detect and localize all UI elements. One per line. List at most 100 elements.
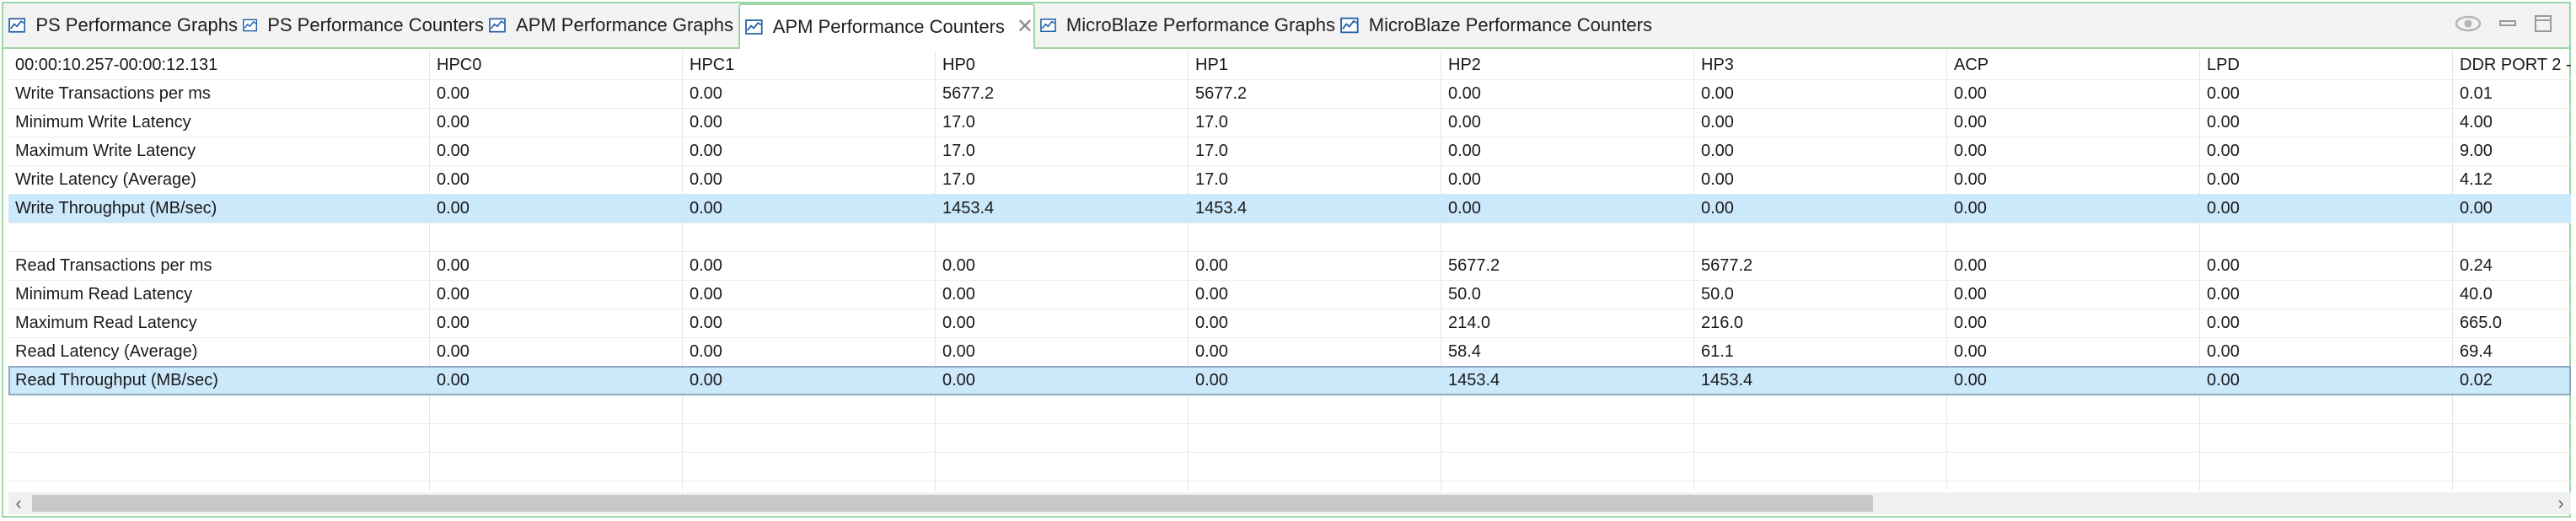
table-row[interactable]: Write Throughput (MB/sec) 0.00 0.00 1453.4 1… xyxy=(8,194,2571,223)
eye-icon[interactable] xyxy=(2455,15,2482,36)
column-header: HP3 xyxy=(1701,56,1734,74)
value-cell: 5677.2 xyxy=(1448,256,1500,275)
table-row[interactable]: Write Latency (Average) 0.00 0.00 17.0 17.0 0… xyxy=(8,165,2571,195)
window-controls xyxy=(2455,10,2552,40)
value-cell: 0.00 xyxy=(1954,256,1987,275)
tab-apm-performance-counters[interactable]: APM Performance Counters ✕ xyxy=(738,3,1035,49)
column-header: HPC1 xyxy=(690,56,735,74)
value-cell: 0.00 xyxy=(2207,170,2240,189)
tab-microblaze-performance-graphs[interactable]: MicroBlaze Performance Graphs xyxy=(1040,3,1335,47)
maximize-icon[interactable] xyxy=(2534,14,2552,37)
tab-label: MicroBlaze Performance Counters xyxy=(1368,14,1652,35)
value-cell: 0.00 xyxy=(437,256,470,275)
value-cell: 0.00 xyxy=(437,113,470,132)
value-cell: 0.00 xyxy=(1954,84,1987,103)
value-cell: 0.00 xyxy=(437,199,470,218)
value-cell: 0.00 xyxy=(437,170,470,189)
horizontal-scrollbar[interactable]: ‹ › xyxy=(8,492,2571,514)
table-row[interactable]: Read Throughput (MB/sec) 0.00 0.00 0.00 0.00… xyxy=(8,366,2571,395)
table-row[interactable]: Minimum Write Latency 0.00 0.00 17.0 17.0 0.0… xyxy=(8,108,2571,137)
table-header-row[interactable]: 00:00:10.257-00:00:12.131 HPC0 HPC1 HP0 HP1 H… xyxy=(8,51,2571,80)
value-cell: 0.00 xyxy=(2207,199,2240,218)
value-cell: 0.00 xyxy=(690,142,722,160)
tab-label: APM Performance Counters xyxy=(772,16,1005,37)
scrollbar-thumb[interactable] xyxy=(32,495,1873,512)
metric-name-cell: Write Latency (Average) xyxy=(15,170,196,189)
tab-ps-performance-graphs[interactable]: PS Performance Graphs xyxy=(8,3,238,47)
value-cell: 0.01 xyxy=(2460,84,2493,103)
value-cell: 0.00 xyxy=(1701,199,1734,218)
value-cell: 1453.4 xyxy=(1701,371,1753,389)
value-cell: 5677.2 xyxy=(1195,84,1248,103)
value-cell: 69.4 xyxy=(2460,342,2493,361)
scroll-left-arrow[interactable]: ‹ xyxy=(8,492,29,514)
value-cell: 0.00 xyxy=(942,342,975,361)
value-cell: 0.00 xyxy=(1954,371,1987,389)
tab-microblaze-performance-counters[interactable]: MicroBlaze Performance Counters xyxy=(1340,3,1652,47)
tab-label: PS Performance Graphs xyxy=(35,14,238,35)
value-cell: 0.00 xyxy=(437,285,470,303)
value-cell: 0.00 xyxy=(690,314,722,332)
column-header: LPD xyxy=(2207,56,2240,74)
close-icon[interactable]: ✕ xyxy=(1017,17,1033,37)
value-cell: 0.24 xyxy=(2460,256,2493,275)
column-header: HPC0 xyxy=(437,56,482,74)
table-row[interactable]: Minimum Read Latency 0.00 0.00 0.00 0.00 50.0… xyxy=(8,280,2571,309)
tab-label: PS Performance Counters xyxy=(267,14,484,35)
table-row[interactable]: Read Latency (Average) 0.00 0.00 0.00 0.00 58… xyxy=(8,337,2571,367)
value-cell: 0.00 xyxy=(942,285,975,303)
value-cell: 0.00 xyxy=(690,371,722,389)
metric-name-cell: Maximum Write Latency xyxy=(15,142,196,160)
tab-apm-performance-graphs[interactable]: APM Performance Graphs xyxy=(489,3,733,47)
value-cell xyxy=(2453,223,2571,251)
value-cell: 0.00 xyxy=(1195,342,1228,361)
empty-row[interactable] xyxy=(8,481,2571,491)
value-cell: 216.0 xyxy=(1701,314,1744,332)
value-cell: 17.0 xyxy=(942,113,975,132)
empty-row[interactable] xyxy=(8,395,2571,424)
value-cell: 0.00 xyxy=(1448,199,1481,218)
value-cell: 1453.4 xyxy=(942,199,995,218)
minimize-icon[interactable] xyxy=(2498,14,2517,37)
value-cell: 0.00 xyxy=(690,342,722,361)
value-cell: 0.00 xyxy=(1195,285,1228,303)
value-cell: 0.00 xyxy=(1701,84,1734,103)
value-cell: 0.00 xyxy=(1195,256,1228,275)
table-row[interactable]: Maximum Write Latency 0.00 0.00 17.0 17.0 0.0… xyxy=(8,137,2571,166)
value-cell: 665.0 xyxy=(2460,314,2503,332)
column-header: ACP xyxy=(1954,56,1989,74)
value-cell: 0.00 xyxy=(1195,314,1228,332)
tab-label: APM Performance Graphs xyxy=(516,14,733,35)
value-cell: 214.0 xyxy=(1448,314,1491,332)
empty-row[interactable] xyxy=(8,423,2571,453)
value-cell: 1453.4 xyxy=(1448,371,1500,389)
value-cell xyxy=(1441,223,1694,251)
chart-line-icon xyxy=(489,18,506,33)
chart-line-icon xyxy=(8,18,26,33)
scroll-right-arrow[interactable]: › xyxy=(2551,492,2571,514)
table-row[interactable]: Maximum Read Latency 0.00 0.00 0.00 0.00 214.… xyxy=(8,309,2571,338)
metric-name-cell: Read Latency (Average) xyxy=(15,342,198,361)
performance-view: PS Performance Graphs PS Performance Coun… xyxy=(2,2,2571,518)
table-row[interactable] xyxy=(8,223,2571,252)
metric-name-cell: Minimum Write Latency xyxy=(15,113,191,132)
tab-ps-performance-counters[interactable]: PS Performance Counters xyxy=(243,3,484,47)
value-cell: 0.00 xyxy=(1701,113,1734,132)
value-cell: 0.00 xyxy=(1954,314,1987,332)
value-cell: 0.00 xyxy=(2207,314,2240,332)
value-cell: 0.00 xyxy=(437,84,470,103)
metric-name-cell: Write Throughput (MB/sec) xyxy=(15,199,217,218)
empty-row[interactable] xyxy=(8,452,2571,481)
metric-name-cell: Maximum Read Latency xyxy=(15,314,197,332)
value-cell: 0.00 xyxy=(2207,142,2240,160)
table-row[interactable]: Write Transactions per ms 0.00 0.00 5677.2 5… xyxy=(8,79,2571,109)
value-cell: 17.0 xyxy=(942,142,975,160)
value-cell: 0.00 xyxy=(690,199,722,218)
value-cell: 4.00 xyxy=(2460,113,2493,132)
time-range-header: 00:00:10.257-00:00:12.131 xyxy=(15,56,218,74)
value-cell: 0.00 xyxy=(437,142,470,160)
value-cell xyxy=(1189,223,1441,251)
value-cell: 0.00 xyxy=(437,371,470,389)
table-row[interactable]: Read Transactions per ms 0.00 0.00 0.00 0.00… xyxy=(8,251,2571,281)
value-cell: 0.00 xyxy=(1448,84,1481,103)
